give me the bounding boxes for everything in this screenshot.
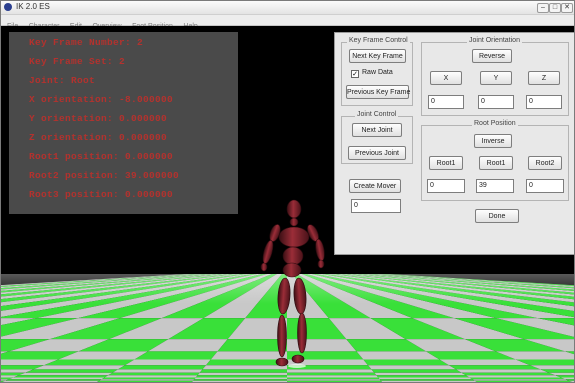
root-position-title: Root Position — [472, 120, 518, 127]
viewport-3d[interactable]: Key Frame Number: 2 Key Frame Set: 2 Joi… — [1, 26, 574, 382]
z-orientation-input[interactable]: 0 — [526, 95, 562, 109]
info-keyframe-set: Key Frame Set: 2 — [29, 56, 126, 67]
info-z-orientation: Z orientation: 0.000000 — [29, 132, 168, 143]
minimize-icon[interactable]: – — [537, 3, 549, 13]
info-joint: Joint: Root — [29, 75, 96, 86]
app-window: IK 2.0 ES – □ ✕ File Character Edit Over… — [0, 0, 575, 383]
keyframe-control-group: Key Frame Control Next Key Frame ✓ Raw D… — [341, 37, 413, 106]
y-orientation-input[interactable]: 0 — [478, 95, 514, 109]
inverse-button[interactable]: Inverse — [474, 134, 512, 148]
root1b-button[interactable]: Root1 — [479, 156, 513, 170]
info-root1-position: Root1 position: 0.000000 — [29, 151, 174, 162]
window-title: IK 2.0 ES — [16, 2, 50, 11]
title-bar: IK 2.0 ES – □ ✕ — [1, 1, 574, 15]
info-root3-position: Root3 position: 0.000000 — [29, 189, 174, 200]
joint-control-title: Joint Control — [355, 111, 399, 118]
raw-data-checkbox[interactable]: ✓ — [351, 70, 359, 78]
root3-position-input[interactable]: 0 — [526, 179, 564, 193]
y-axis-button[interactable]: Y — [480, 71, 512, 85]
x-orientation-input[interactable]: 0 — [428, 95, 464, 109]
info-keyframe-number: Key Frame Number: 2 — [29, 37, 144, 48]
z-axis-button[interactable]: Z — [528, 71, 560, 85]
x-axis-button[interactable]: X — [430, 71, 462, 85]
keyframe-info-panel: Key Frame Number: 2 Key Frame Set: 2 Joi… — [9, 32, 238, 214]
joint-orientation-title: Joint Orientation — [467, 37, 522, 44]
app-icon — [4, 3, 12, 11]
info-y-orientation: Y orientation: 0.000000 — [29, 113, 168, 124]
raw-data-label: Raw Data — [362, 69, 393, 76]
root2-button[interactable]: Root2 — [528, 156, 562, 170]
previous-keyframe-button[interactable]: Previous Key Frame — [346, 85, 410, 99]
root2-position-input[interactable]: 39 — [476, 179, 514, 193]
create-mover-button[interactable]: Create Mover — [349, 179, 401, 193]
root-position-group: Root Position Inverse Root1 Root1 Root2 … — [421, 120, 569, 201]
next-joint-button[interactable]: Next Joint — [352, 123, 402, 137]
reverse-button[interactable]: Reverse — [472, 49, 512, 63]
previous-joint-button[interactable]: Previous Joint — [348, 146, 406, 160]
info-x-orientation: X orientation: -8.000000 — [29, 94, 174, 105]
control-panel: Key Frame Control Next Key Frame ✓ Raw D… — [334, 32, 574, 255]
root-marker — [288, 364, 306, 368]
create-mover-input[interactable]: 0 — [351, 199, 401, 213]
root1-position-input[interactable]: 0 — [427, 179, 465, 193]
joint-control-group: Joint Control Next Joint Previous Joint — [341, 111, 413, 164]
keyframe-control-title: Key Frame Control — [347, 37, 410, 44]
done-button[interactable]: Done — [475, 209, 519, 223]
joint-orientation-group: Joint Orientation Reverse X Y Z 0 0 0 — [421, 37, 569, 116]
root1-button[interactable]: Root1 — [429, 156, 463, 170]
next-keyframe-button[interactable]: Next Key Frame — [349, 49, 406, 63]
info-root2-position: Root2 position: 39.000000 — [29, 170, 180, 181]
maximize-icon[interactable]: □ — [549, 3, 561, 13]
close-icon[interactable]: ✕ — [561, 3, 573, 13]
menu-bar: File Character Edit Overview Foot Positi… — [1, 15, 574, 30]
